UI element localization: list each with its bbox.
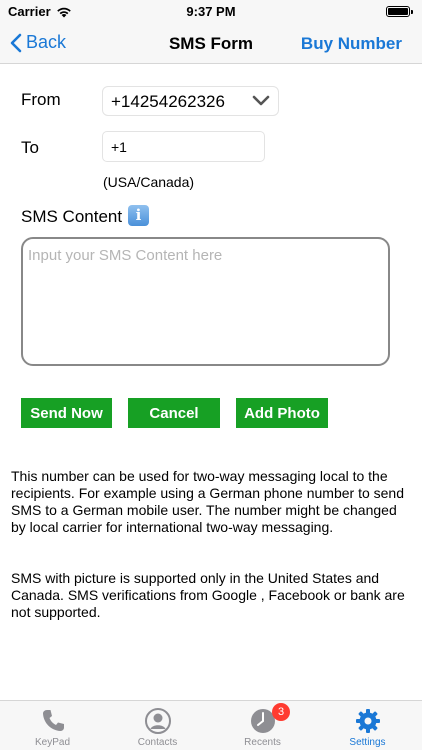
country-hint: (USA/Canada) xyxy=(103,174,195,190)
gear-icon xyxy=(355,709,380,733)
clock-time: 9:37 PM xyxy=(186,4,236,19)
tab-bar: KeyPad Contacts Recents Settings xyxy=(0,700,422,750)
back-label: Back xyxy=(26,32,67,52)
tab-contacts-label: Contacts xyxy=(137,737,178,748)
from-label: From xyxy=(21,90,61,109)
cancel-button[interactable]: Cancel xyxy=(128,398,220,428)
send-now-button[interactable]: Send Now xyxy=(21,398,112,428)
status-bar: Carrier 9:37 PM xyxy=(0,0,422,24)
chevron-left-icon xyxy=(10,33,22,52)
add-photo-button[interactable]: Add Photo xyxy=(236,398,328,428)
two-way-messaging-info: This number can be used for two-way mess… xyxy=(11,468,404,535)
buy-number-button[interactable]: Buy Number xyxy=(301,34,402,54)
tab-settings-label: Settings xyxy=(349,737,386,748)
to-label: To xyxy=(21,138,39,157)
to-number-input[interactable] xyxy=(102,131,265,162)
chevron-down-icon xyxy=(252,95,270,106)
sms-content-input[interactable] xyxy=(21,237,390,366)
tab-recents[interactable]: Recents xyxy=(210,701,315,750)
from-number-value: +14254262326 xyxy=(111,92,225,111)
battery-icon xyxy=(386,6,413,17)
tab-recents-label: Recents xyxy=(244,737,281,748)
tab-settings[interactable]: Settings xyxy=(315,701,420,750)
recents-badge: 3 xyxy=(272,703,290,721)
info-icon[interactable]: i xyxy=(128,205,149,226)
tab-keypad[interactable]: KeyPad xyxy=(0,701,105,750)
contact-icon xyxy=(144,708,171,734)
sms-content-label: SMS Content xyxy=(21,207,123,226)
from-number-select[interactable]: +14254262326 xyxy=(102,86,279,116)
tab-contacts[interactable]: Contacts xyxy=(105,701,210,750)
navigation-bar: Back SMS Form Buy Number xyxy=(0,24,422,64)
back-button[interactable]: Back xyxy=(10,32,66,53)
picture-sms-info: SMS with picture is supported only in th… xyxy=(11,570,405,620)
tab-keypad-label: KeyPad xyxy=(34,737,71,748)
phone-icon xyxy=(42,710,64,731)
